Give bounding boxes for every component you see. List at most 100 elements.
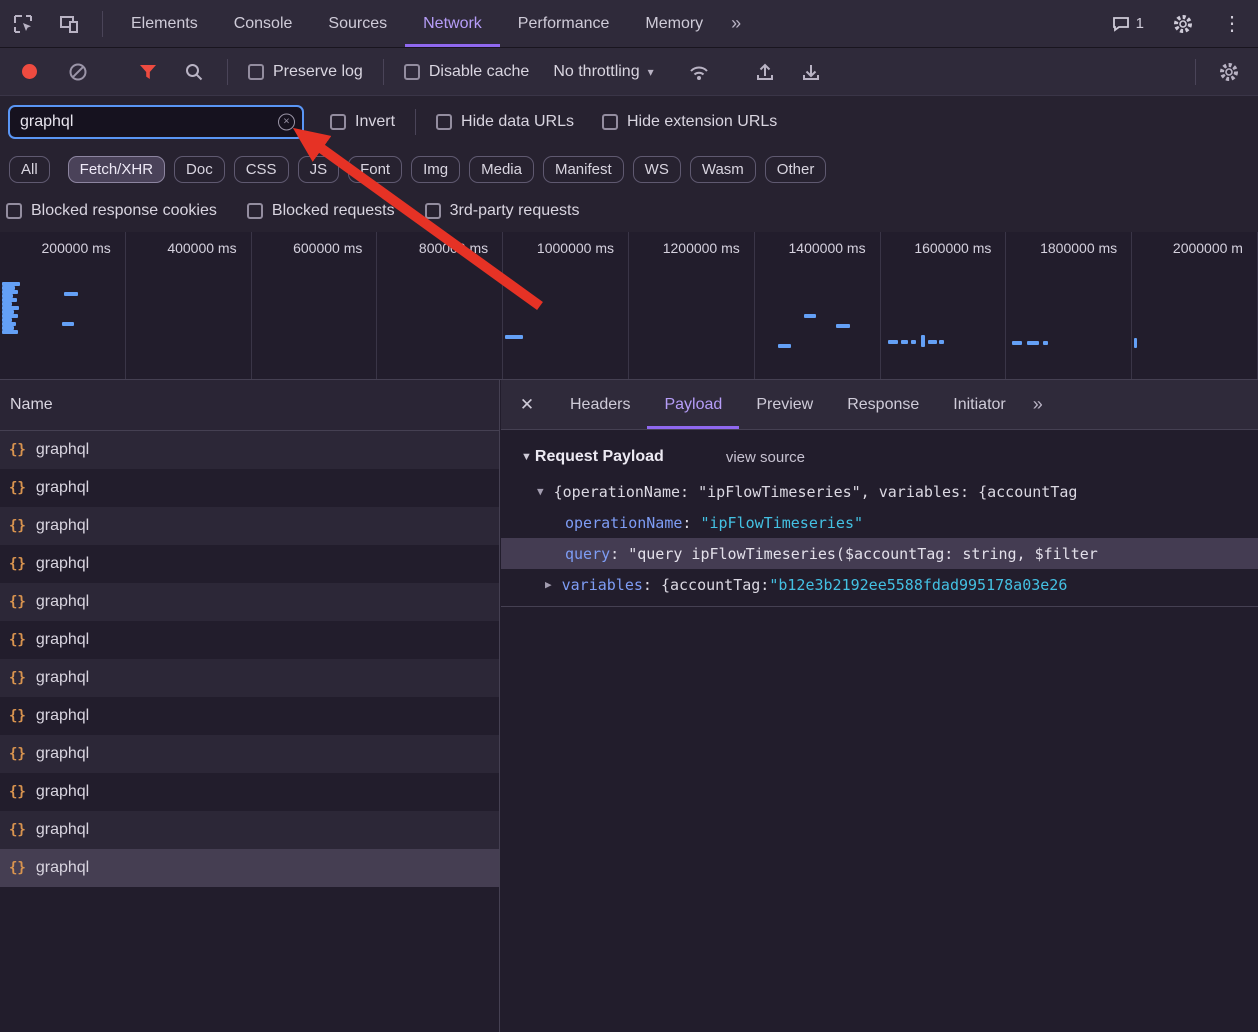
import-har-icon[interactable] <box>748 55 782 89</box>
chip-ws[interactable]: WS <box>633 156 681 183</box>
record-button[interactable] <box>22 64 37 79</box>
waterfall-bar[interactable] <box>911 340 916 344</box>
throttling-dropdown[interactable]: No throttling ▾ <box>553 63 653 81</box>
waterfall-bar[interactable] <box>64 292 78 296</box>
more-tabs-chevron-icon[interactable]: » <box>721 13 751 34</box>
waterfall-bar[interactable] <box>62 322 74 326</box>
tab-headers[interactable]: Headers <box>553 380 647 429</box>
request-row[interactable]: {}graphql <box>0 545 499 583</box>
waterfall-bar[interactable] <box>778 344 791 348</box>
tab-performance[interactable]: Performance <box>500 0 628 47</box>
inspect-element-icon[interactable] <box>6 7 40 41</box>
tab-sources[interactable]: Sources <box>310 0 405 47</box>
waterfall-overview[interactable]: 200000 ms 400000 ms 600000 ms 800000 ms … <box>0 232 1258 380</box>
preserve-log-checkbox[interactable]: Preserve log <box>248 63 363 81</box>
waterfall-bar[interactable] <box>939 340 944 344</box>
waterfall-bar[interactable] <box>836 324 850 328</box>
waterfall-bar[interactable] <box>1134 338 1137 348</box>
payload-operation-row[interactable]: operationName: "ipFlowTimeseries" <box>501 507 1258 538</box>
triangle-down-icon[interactable]: ▼ <box>537 485 544 498</box>
waterfall-bar[interactable] <box>1027 341 1039 345</box>
chip-js[interactable]: JS <box>298 156 340 183</box>
tab-memory[interactable]: Memory <box>627 0 721 47</box>
waterfall-bar[interactable] <box>921 335 925 347</box>
close-details-icon[interactable]: ✕ <box>501 395 553 415</box>
console-messages-button[interactable]: 1 <box>1112 15 1144 32</box>
export-har-icon[interactable] <box>794 55 828 89</box>
search-icon[interactable] <box>177 55 211 89</box>
tab-console[interactable]: Console <box>216 0 311 47</box>
waterfall-bar[interactable] <box>888 340 898 344</box>
checkbox-icon[interactable] <box>6 203 22 219</box>
triangle-down-icon[interactable]: ▼ <box>521 451 532 463</box>
waterfall-bar[interactable] <box>2 330 18 334</box>
checkbox-icon[interactable] <box>330 114 346 130</box>
triangle-right-icon[interactable]: ▶ <box>545 578 552 591</box>
request-row[interactable]: {}graphql <box>0 659 499 697</box>
chip-other[interactable]: Other <box>765 156 827 183</box>
chip-doc[interactable]: Doc <box>174 156 225 183</box>
tab-initiator[interactable]: Initiator <box>936 380 1022 429</box>
third-party-requests-checkbox[interactable]: 3rd-party requests <box>425 202 580 220</box>
settings-gear-icon[interactable] <box>1166 7 1200 41</box>
hide-data-urls-checkbox[interactable]: Hide data URLs <box>436 113 574 131</box>
clear-network-log-icon[interactable] <box>61 55 95 89</box>
tab-payload[interactable]: Payload <box>647 380 739 429</box>
request-row[interactable]: {}graphql <box>0 735 499 773</box>
invert-checkbox[interactable]: Invert <box>330 113 395 131</box>
waterfall-bar[interactable] <box>804 314 816 318</box>
waterfall-bar[interactable] <box>928 340 937 344</box>
chip-css[interactable]: CSS <box>234 156 289 183</box>
checkbox-icon[interactable] <box>436 114 452 130</box>
more-details-tabs-chevron-icon[interactable]: » <box>1023 394 1053 415</box>
checkbox-icon[interactable] <box>404 64 420 80</box>
waterfall-bar[interactable] <box>1012 341 1022 345</box>
filter-funnel-icon[interactable] <box>131 55 165 89</box>
network-conditions-icon[interactable] <box>682 55 716 89</box>
chip-img[interactable]: Img <box>411 156 460 183</box>
blocked-response-cookies-checkbox[interactable]: Blocked response cookies <box>6 202 217 220</box>
waterfall-bar[interactable] <box>505 335 523 339</box>
request-row[interactable]: {}graphql <box>0 431 499 469</box>
payload-variables-row[interactable]: ▶ variables: {accountTag: "b12e3b2192ee5… <box>501 569 1258 600</box>
request-row[interactable]: {}graphql <box>0 583 499 621</box>
request-row[interactable]: {}graphql <box>0 507 499 545</box>
waterfall-bar[interactable] <box>1043 341 1048 345</box>
clear-filter-icon[interactable]: × <box>278 114 295 131</box>
chip-manifest[interactable]: Manifest <box>543 156 624 183</box>
tab-preview[interactable]: Preview <box>739 380 830 429</box>
filter-bar: × Invert Hide data URLs Hide extension U… <box>0 96 1258 148</box>
checkbox-icon[interactable] <box>425 203 441 219</box>
request-row[interactable]: {}graphql <box>0 811 499 849</box>
request-row[interactable]: {}graphql <box>0 469 499 507</box>
chip-fetch-xhr[interactable]: Fetch/XHR <box>68 156 165 183</box>
network-settings-gear-icon[interactable] <box>1212 55 1246 89</box>
request-row[interactable]: {}graphql <box>0 621 499 659</box>
filter-input[interactable] <box>10 113 302 131</box>
kebab-menu-icon[interactable]: ⋮ <box>1222 11 1242 36</box>
chip-all[interactable]: All <box>9 156 50 183</box>
request-row[interactable]: {}graphql <box>0 773 499 811</box>
name-column-header[interactable]: Name <box>0 380 499 431</box>
checkbox-icon[interactable] <box>248 64 264 80</box>
disable-cache-checkbox[interactable]: Disable cache <box>404 63 530 81</box>
filter-input-box: × <box>8 105 304 139</box>
chip-media[interactable]: Media <box>469 156 534 183</box>
tab-elements[interactable]: Elements <box>113 0 216 47</box>
checkbox-icon[interactable] <box>247 203 263 219</box>
resource-type-bar: All Fetch/XHR Doc CSS JS Font Img Media … <box>0 148 1258 190</box>
tab-response[interactable]: Response <box>830 380 936 429</box>
blocked-requests-checkbox[interactable]: Blocked requests <box>247 202 395 220</box>
view-source-link[interactable]: view source <box>726 449 805 466</box>
chip-font[interactable]: Font <box>348 156 402 183</box>
hide-extension-urls-checkbox[interactable]: Hide extension URLs <box>602 113 777 131</box>
waterfall-bar[interactable] <box>901 340 908 344</box>
payload-query-row[interactable]: query: "query ipFlowTimeseries($accountT… <box>501 538 1258 569</box>
request-row[interactable]: {}graphql <box>0 697 499 735</box>
tab-network[interactable]: Network <box>405 0 500 47</box>
request-row-selected[interactable]: {}graphql <box>0 849 499 887</box>
checkbox-icon[interactable] <box>602 114 618 130</box>
device-toolbar-icon[interactable] <box>52 7 86 41</box>
chip-wasm[interactable]: Wasm <box>690 156 756 183</box>
payload-summary-row[interactable]: ▼ {operationName: "ipFlowTimeseries", va… <box>501 476 1258 507</box>
